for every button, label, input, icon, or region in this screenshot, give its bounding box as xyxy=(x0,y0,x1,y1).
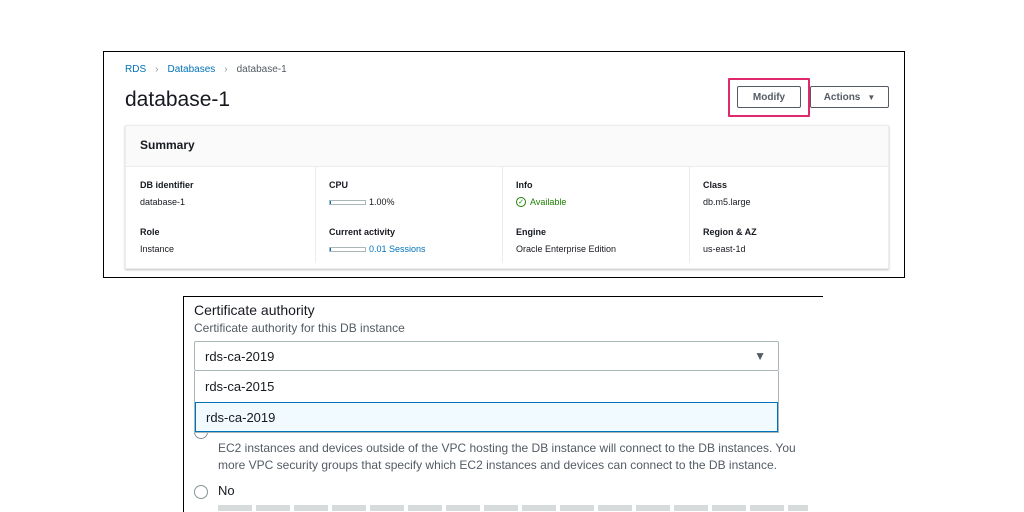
database-details-panel: RDS › Databases › database-1 database-1 … xyxy=(103,51,905,278)
modify-button-label: Modify xyxy=(752,91,786,103)
db-identifier-label: DB identifier xyxy=(140,180,194,190)
status-badge: Available xyxy=(530,197,567,207)
cpu-value-text: 1.00% xyxy=(369,197,395,207)
engine-value: Oracle Enterprise Edition xyxy=(516,244,617,254)
summary-heading: Summary xyxy=(126,126,888,167)
summary-column-metrics: CPU 1.00% Current activity 0.01 Sessions xyxy=(315,167,502,263)
modify-button[interactable]: Modify xyxy=(737,86,801,108)
certificate-authority-title: Certificate authority xyxy=(194,302,315,318)
class-label: Class xyxy=(703,180,728,190)
summary-grid: DB identifier database-1 Role Instance C… xyxy=(126,167,888,269)
help-text-line-2: more VPC security groups that specify wh… xyxy=(218,458,777,472)
engine-label: Engine xyxy=(516,227,547,237)
current-activity-value[interactable]: 0.01 Sessions xyxy=(329,244,426,254)
summary-card: Summary DB identifier database-1 Role In… xyxy=(125,125,889,269)
breadcrumb-databases[interactable]: Databases xyxy=(167,64,215,75)
option-rds-ca-2015[interactable]: rds-ca-2015 xyxy=(195,372,778,402)
breadcrumb-current: database-1 xyxy=(236,64,287,75)
caret-down-icon: ▼ xyxy=(754,349,766,363)
certificate-authority-description: Certificate authority for this DB instan… xyxy=(194,321,405,335)
summary-column-identity: DB identifier database-1 Role Instance xyxy=(140,167,327,263)
summary-column-placement: Class db.m5.large Region & AZ us-east-1d xyxy=(689,167,876,263)
chevron-right-icon: › xyxy=(155,64,159,75)
cpu-meter xyxy=(329,199,366,205)
certificate-authority-selected: rds-ca-2019 xyxy=(205,349,275,364)
radio-no[interactable] xyxy=(194,485,208,499)
certificate-authority-select[interactable]: rds-ca-2019 ▼ xyxy=(194,341,779,371)
cpu-label: CPU xyxy=(329,180,349,190)
public-access-help-text: EC2 instances and devices outside of the… xyxy=(218,440,796,474)
cpu-value: 1.00% xyxy=(329,197,395,207)
role-value: Instance xyxy=(140,244,175,254)
caret-down-icon: ▼ xyxy=(867,92,876,102)
chevron-right-icon: › xyxy=(224,64,228,75)
radio-no-label[interactable]: No xyxy=(218,483,235,498)
help-text-line-1: EC2 instances and devices outside of the… xyxy=(218,441,796,455)
region-az-value: us-east-1d xyxy=(703,244,746,254)
breadcrumb-rds[interactable]: RDS xyxy=(125,64,146,75)
certificate-authority-dropdown: rds-ca-2015 rds-ca-2019 xyxy=(194,371,779,433)
current-activity-label: Current activity xyxy=(329,227,396,237)
activity-meter xyxy=(329,246,366,252)
breadcrumb: RDS › Databases › database-1 xyxy=(125,64,287,75)
option-rds-ca-2019[interactable]: rds-ca-2019 xyxy=(195,402,778,432)
check-circle-icon: ✓ xyxy=(516,197,526,207)
summary-column-status: Info ✓ Available Engine Oracle Enterpris… xyxy=(502,167,689,263)
truncated-text xyxy=(218,505,808,511)
region-az-label: Region & AZ xyxy=(703,227,757,237)
page-title: database-1 xyxy=(125,88,231,111)
actions-button-label: Actions xyxy=(823,91,861,103)
role-label: Role xyxy=(140,227,160,237)
actions-button[interactable]: Actions ▼ xyxy=(810,86,889,108)
db-identifier-value: database-1 xyxy=(140,197,186,207)
current-activity-link[interactable]: 0.01 Sessions xyxy=(369,244,426,254)
class-value: db.m5.large xyxy=(703,197,751,207)
info-label: Info xyxy=(516,180,533,190)
info-value: ✓ Available xyxy=(516,197,566,207)
certificate-authority-panel: Certificate authority Certificate author… xyxy=(183,296,823,512)
